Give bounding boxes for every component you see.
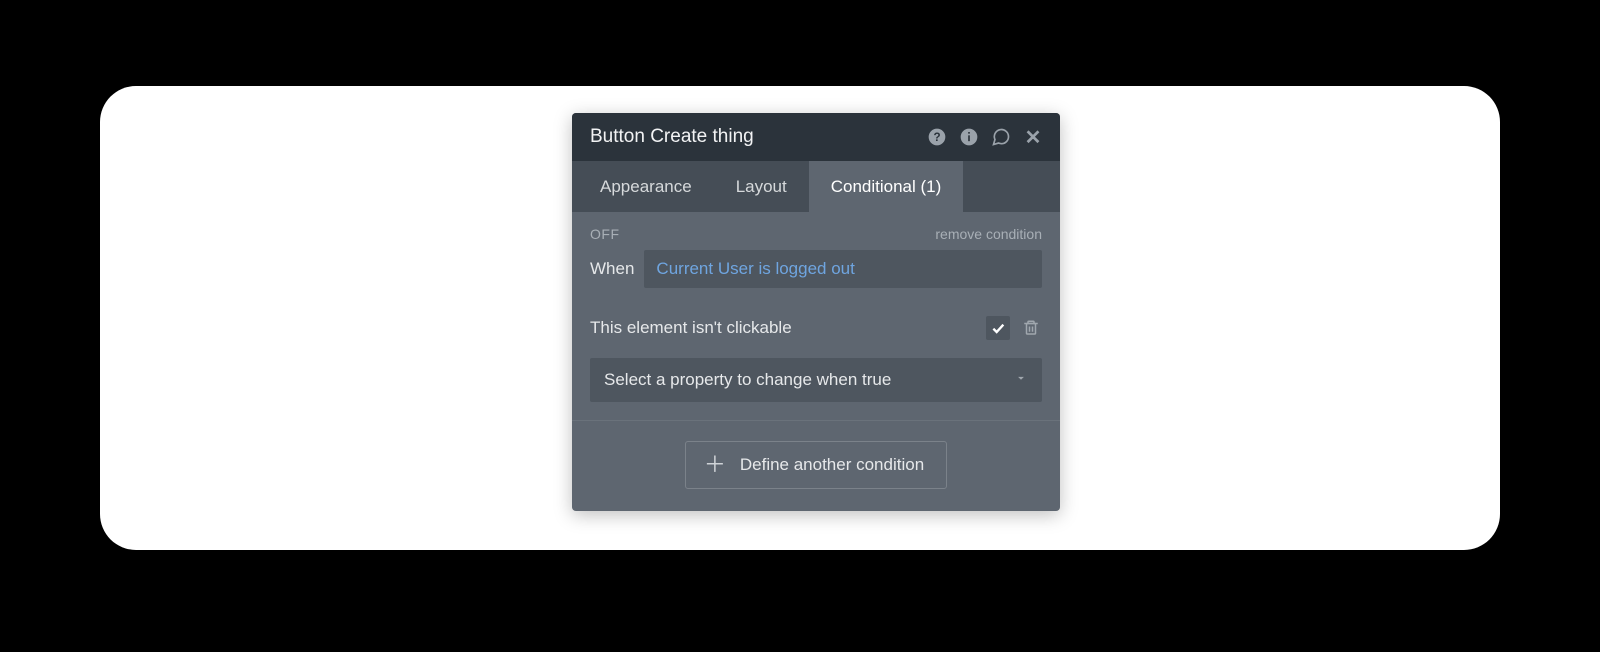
property-label: This element isn't clickable (590, 318, 976, 338)
property-select[interactable]: Select a property to change when true (590, 358, 1042, 402)
property-row: This element isn't clickable (590, 316, 1042, 340)
panel-titlebar: Button Create thing ? ✕ (572, 113, 1060, 161)
speech-bubble-icon[interactable] (990, 126, 1012, 148)
condition-status-label: OFF (590, 226, 620, 242)
property-editor-panel: Button Create thing ? ✕ Appearance Layou… (572, 113, 1060, 511)
define-button-label: Define another condition (740, 455, 924, 475)
tabs-bar: Appearance Layout Conditional (1) (572, 161, 1060, 212)
content-card: Button Create thing ? ✕ Appearance Layou… (100, 86, 1500, 550)
panel-body: OFF remove condition When Current User i… (572, 212, 1060, 420)
tab-conditional[interactable]: Conditional (1) (809, 161, 964, 212)
property-checkbox[interactable] (986, 316, 1010, 340)
trash-icon[interactable] (1020, 317, 1042, 339)
info-icon[interactable] (958, 126, 980, 148)
help-icon[interactable]: ? (926, 126, 948, 148)
svg-text:?: ? (933, 131, 940, 144)
plus-icon: ＋ (704, 454, 726, 476)
caret-down-icon (1014, 370, 1028, 390)
when-row: When Current User is logged out (590, 250, 1042, 288)
define-another-condition-button[interactable]: ＋ Define another condition (685, 441, 947, 489)
tab-appearance[interactable]: Appearance (578, 161, 714, 212)
condition-expression-input[interactable]: Current User is logged out (644, 250, 1042, 288)
panel-title: Button Create thing (590, 126, 916, 148)
panel-footer: ＋ Define another condition (572, 420, 1060, 511)
tab-layout[interactable]: Layout (714, 161, 809, 212)
property-select-placeholder: Select a property to change when true (604, 370, 1014, 390)
remove-condition-link[interactable]: remove condition (935, 226, 1042, 242)
when-label: When (590, 259, 634, 279)
close-icon[interactable]: ✕ (1022, 126, 1044, 148)
condition-header-row: OFF remove condition (590, 226, 1042, 242)
